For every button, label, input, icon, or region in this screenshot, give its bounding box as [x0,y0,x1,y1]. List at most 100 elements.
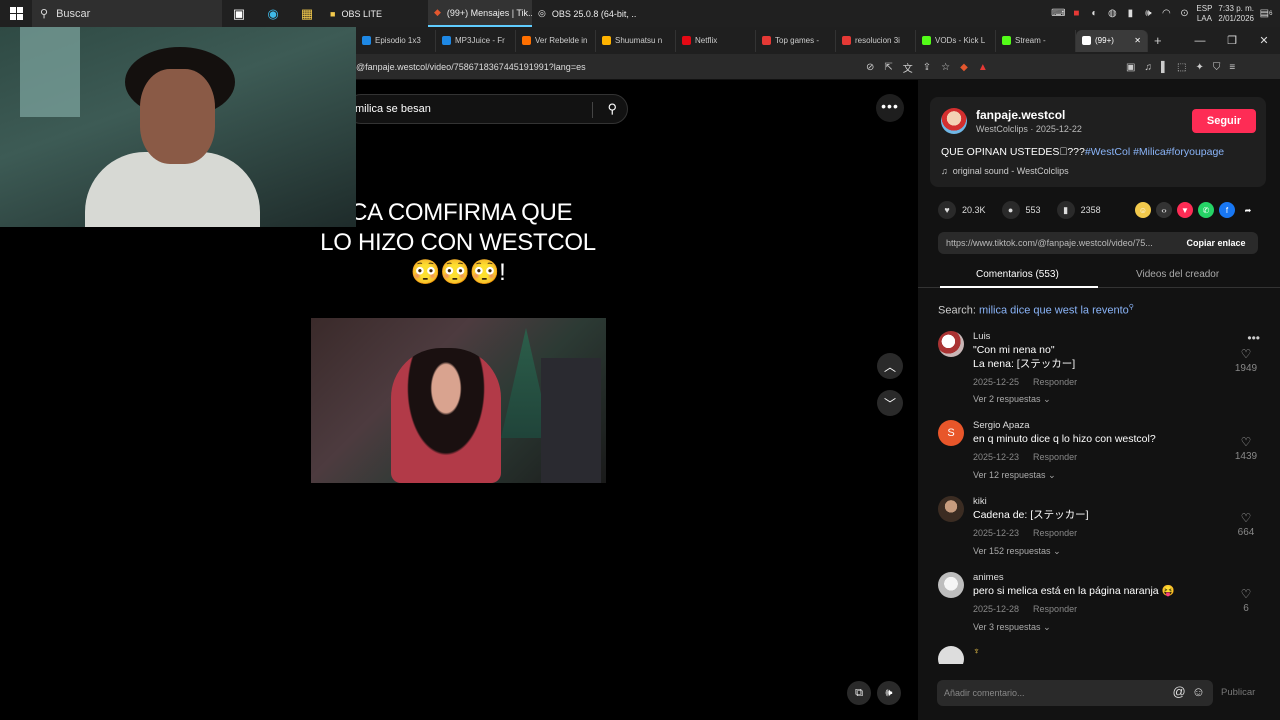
view-replies[interactable]: Ver 152 respuestas ⌄ [973,546,1061,557]
comment-avatar[interactable]: S [938,420,964,446]
copy-link-button[interactable]: Copiar enlace [1174,238,1258,248]
sidebar-icon[interactable]: ▌ [1161,62,1168,73]
comment-user[interactable]: Sergio Apaza [973,420,1030,431]
sound-row[interactable]: ♫ original sound - WestColclips [941,166,1069,176]
translate-icon[interactable]: 文 [903,60,913,75]
app-tray-icon-2[interactable]: ◐ [1088,8,1100,20]
video-link[interactable]: https://www.tiktok.com/@fanpaje.westcol/… [938,238,1174,248]
comment-like[interactable]: ♡ 664 [1232,511,1260,538]
comment-like[interactable]: ♡ 6 [1232,587,1260,614]
facebook-icon[interactable]: f [1219,202,1235,218]
emoji-share-icon[interactable]: ☺ [1135,202,1151,218]
hashtags[interactable]: #WestCol #Milica#foryoupage [1085,146,1224,158]
reply-button[interactable]: Responder [1033,604,1077,614]
video-frame[interactable] [311,318,606,483]
comment-search-suggestion[interactable]: Search: milica dice que west la revento⚲ [938,303,1134,317]
brave-shield-icon[interactable]: ◆ [960,62,968,73]
comment-input[interactable]: Añadir comentario... @ ☺ [937,680,1213,706]
comment-user[interactable]: ♆ [973,646,980,657]
tab-comments[interactable]: Comentarios (553) [976,269,1059,280]
comment-avatar[interactable] [938,572,964,598]
heart-icon[interactable]: ♥ [938,201,956,219]
more-options-icon[interactable]: ••• [876,94,904,122]
tab-rebelde[interactable]: Ver Rebelde in [516,29,596,52]
keyboard-icon[interactable]: ⌨ [1051,8,1065,20]
volume-icon[interactable]: 🕪 [1142,8,1154,20]
start-button[interactable] [0,0,32,27]
view-replies[interactable]: Ver 3 respuestas ⌄ [973,622,1051,633]
emoji-icon[interactable]: ☺ [1192,684,1205,699]
store-icon[interactable]: ▦ [290,0,324,27]
comment-like[interactable]: ♡ 1439 [1232,435,1260,462]
pip-icon[interactable]: ⧉ [847,681,871,705]
music-icon[interactable]: ♫ [1144,62,1152,73]
volume-button-icon[interactable]: 🕪 [877,681,901,705]
search-query[interactable]: milica dice que west la revento [979,305,1129,317]
comment-avatar[interactable] [938,496,964,522]
tab-creator-videos[interactable]: Videos del creador [1136,269,1219,280]
send-icon[interactable]: ▼ [1177,202,1193,218]
comment-user[interactable]: Luis [973,331,990,342]
rewards-icon[interactable]: ▲ [978,62,988,73]
save-icon[interactable]: ▮ [1056,201,1075,219]
minimize-icon[interactable]: — [1184,35,1216,47]
taskbar-search[interactable]: ⚲ Buscar [32,0,222,27]
leo-icon[interactable]: ✦ [1196,62,1204,73]
new-tab-button[interactable]: + [1148,30,1172,52]
edge-icon[interactable]: ◉ [256,0,290,27]
tab-mp3juice[interactable]: MP3Juice - Fr [436,29,516,52]
follow-button[interactable]: Seguir [1192,109,1256,133]
bookmark-icon[interactable]: ☆ [941,62,950,73]
tab-kick-stream[interactable]: Stream - [996,29,1076,52]
reply-button[interactable]: Responder [1033,528,1077,538]
task-view-icon[interactable]: ▣ [222,0,256,27]
app-tray-icon[interactable]: ■ [1070,8,1082,20]
close-window-icon[interactable]: ✕ [1248,34,1280,47]
network-icon[interactable]: ◍ [1106,8,1118,20]
clock[interactable]: 7:33 p. m. 2/01/2026 [1218,4,1254,24]
taskbar-task-obs[interactable]: ◎ OBS 25.0.8 (64-bit, ... [532,0,636,27]
author-avatar[interactable] [941,108,967,134]
author-name[interactable]: fanpaje.westcol [976,108,1065,122]
comment-like[interactable]: ♡ 1949 [1232,347,1260,374]
url-text[interactable]: @fanpaje.westcol/video/75867183674451919… [356,54,586,80]
tab-netflix[interactable]: Netflix [676,29,756,52]
search-icon[interactable]: ⚲ [607,101,617,117]
video-search-input[interactable]: milica se besan ⚲ [346,94,628,124]
maximize-icon[interactable]: ❐ [1216,34,1248,47]
comment-icon[interactable]: ● [1001,201,1020,219]
comment-user[interactable]: animes [973,572,1004,583]
tab-top-games[interactable]: Top games - [756,29,836,52]
reply-button[interactable]: Responder [1033,377,1077,387]
wallet-icon[interactable]: ▣ [1126,62,1135,73]
close-icon[interactable]: ✕ [1134,36,1141,45]
comment-avatar[interactable] [938,331,964,357]
comment-avatar[interactable] [938,646,964,664]
taskbar-task-browser[interactable]: ◆ (99+) Mensajes | Tik... [428,0,532,27]
lock-icon[interactable]: ⊙ [1178,8,1190,20]
mention-icon[interactable]: @ [1173,684,1186,699]
next-video-icon[interactable]: ﹀ [877,390,903,416]
prev-video-icon[interactable]: ︿ [877,353,903,379]
taskbar-task-obs-lite[interactable]: ■ OBS LITE [324,0,428,27]
whatsapp-icon[interactable]: ✆ [1198,202,1214,218]
no-tracking-icon[interactable]: ⊘ [866,62,874,73]
wifi-icon[interactable]: ◠ [1160,8,1172,20]
view-replies[interactable]: Ver 2 respuestas ⌄ [973,394,1051,405]
tab-shuumatsu[interactable]: Shuumatsu n [596,29,676,52]
extensions-icon[interactable]: ⬚ [1177,62,1186,73]
language-indicator[interactable]: ESP LAA [1196,4,1212,24]
menu-icon[interactable]: ≡ [1229,62,1235,73]
tab-kick-vods[interactable]: VODs - Kick L [916,29,996,52]
publish-button[interactable]: Publicar [1221,687,1255,698]
notification-icon[interactable]: ▤ 6 [1260,8,1273,20]
comment-options-icon[interactable]: ••• [1247,331,1260,345]
comment-user[interactable]: kiki [973,496,987,507]
usb-icon[interactable]: ▮ [1124,8,1136,20]
reply-button[interactable]: Responder [1033,452,1077,462]
open-external-icon[interactable]: ⇱ [884,62,892,73]
tab-tiktok[interactable]: (99+) ✕ [1076,29,1148,52]
tab-episodio[interactable]: Episodio 1x3 [356,29,436,52]
vpn-icon[interactable]: ⛉ [1213,62,1221,73]
forward-share-icon[interactable]: ➦ [1240,202,1256,218]
